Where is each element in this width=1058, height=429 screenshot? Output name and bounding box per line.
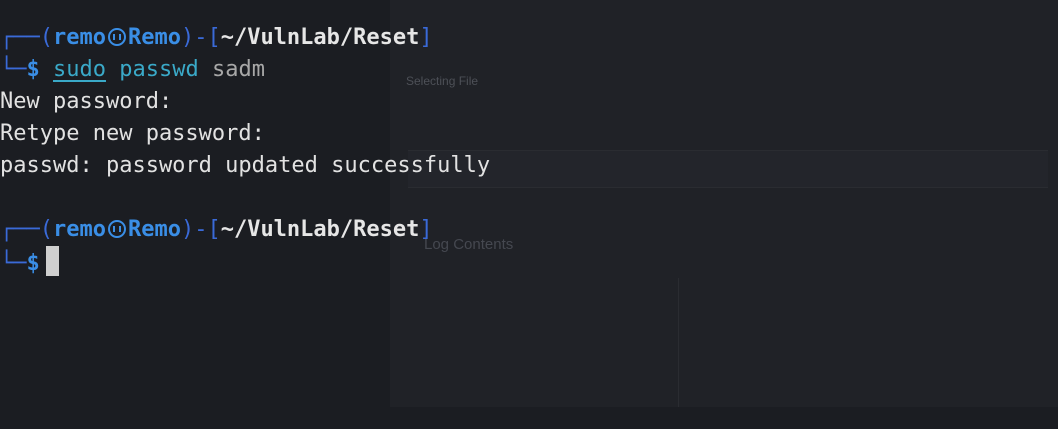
prompt-corner: └─ — [0, 251, 27, 276]
prompt-dollar: $ — [26, 251, 40, 276]
prompt-path: ~/VulnLab/Reset — [220, 217, 420, 242]
output-line: Retype new password: — [0, 121, 265, 146]
prompt-user: remo — [52, 217, 106, 242]
output-line: New password: — [0, 89, 173, 114]
terminal[interactable]: ┌──(remo Remo)-[~/VulnLab/Reset] └─$ sudo… — [0, 0, 1058, 429]
prompt-frame-end: ] — [419, 217, 433, 242]
prompt-header-1: ┌──(remo Remo)-[~/VulnLab/Reset] — [0, 22, 1058, 54]
prompt-corner: └─ — [0, 57, 27, 82]
command-argument: sadm — [211, 57, 265, 82]
prompt-host: Remo — [127, 25, 181, 50]
prompt-header-2: ┌──(remo Remo)-[~/VulnLab/Reset] — [0, 214, 1058, 246]
command-line-1: └─$ sudo passwd sadm — [0, 54, 1058, 86]
prompt-dollar: $ — [26, 57, 40, 82]
command-binary: passwd — [119, 57, 199, 82]
prompt-frame-end: ] — [419, 25, 433, 50]
text-cursor — [45, 246, 59, 276]
kali-skull-icon — [107, 220, 126, 238]
command-sudo: sudo — [53, 57, 106, 82]
prompt-path: ~/VulnLab/Reset — [220, 25, 420, 50]
command-line-2[interactable]: └─$ — [0, 246, 1058, 278]
prompt-host: Remo — [127, 217, 181, 242]
prompt-user: remo — [52, 25, 106, 50]
kali-skull-icon — [107, 28, 126, 46]
prompt-frame: ┌──( — [0, 217, 53, 242]
prompt-frame-mid: )-[ — [180, 217, 221, 242]
output-line: passwd: password updated successfully — [0, 153, 491, 178]
prompt-frame-mid: )-[ — [180, 25, 221, 50]
prompt-frame: ┌──( — [0, 25, 53, 50]
